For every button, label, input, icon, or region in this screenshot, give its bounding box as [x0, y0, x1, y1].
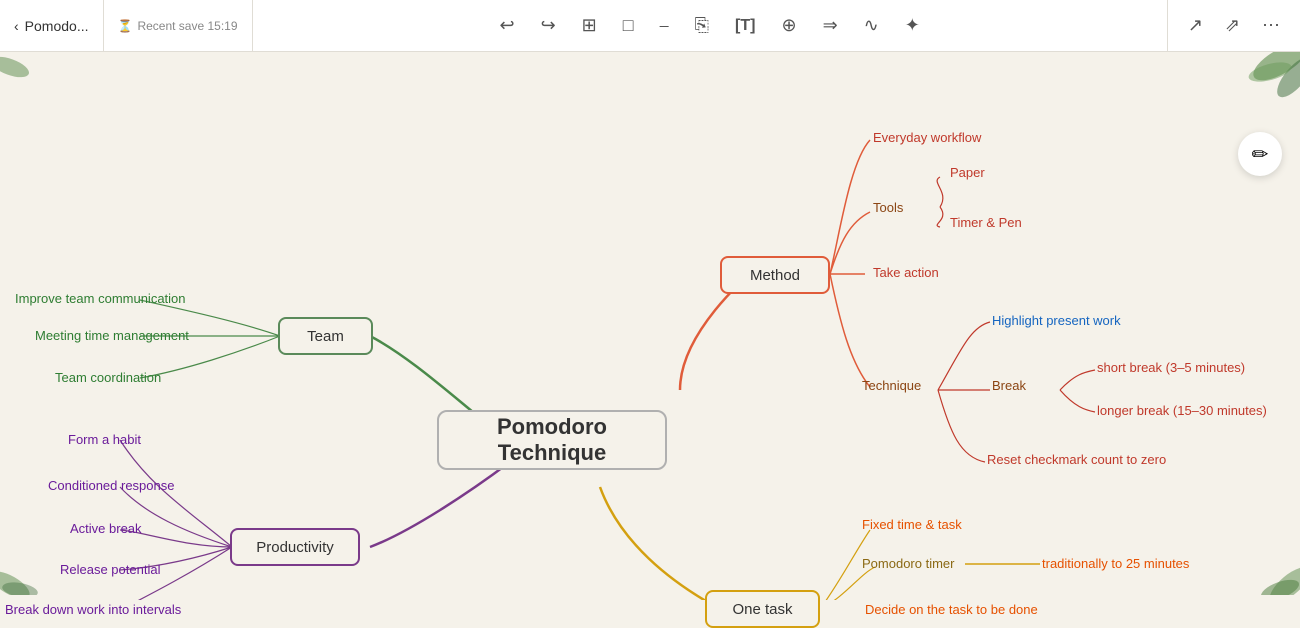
curve-button[interactable]: ∿ — [860, 11, 883, 40]
mindmap-canvas: ✏ Pomodoro Technique Method — [0, 52, 1300, 600]
back-button[interactable]: ‹ Pomodo... — [0, 0, 104, 51]
break-label: Break — [992, 378, 1026, 393]
method-node[interactable]: Method — [720, 256, 830, 294]
technique-label: Technique — [862, 378, 921, 393]
more-button[interactable]: ⋯ — [1256, 11, 1286, 40]
active-break-label: Active break — [70, 521, 142, 536]
toolbar-center: ↩ ↪ ⊞ □ ⎯ ⎘ [T] ⊕ ⇒ ∿ ✦ — [253, 11, 1167, 40]
eraser-button[interactable]: ✏ — [1238, 132, 1282, 176]
timer-label: Pomodoro timer — [862, 556, 954, 571]
eraser-icon: ✏ — [1252, 142, 1269, 167]
clock-icon: ⏳ — [118, 19, 133, 33]
habit-label: Form a habit — [68, 432, 141, 447]
reset-label: Reset checkmark count to zero — [987, 452, 1166, 467]
connect-button[interactable]: ⇒ — [819, 11, 842, 40]
add-button[interactable]: ⊕ — [777, 11, 800, 40]
text-button[interactable]: [T] — [731, 13, 759, 39]
branch-button[interactable]: ⎯ — [656, 11, 673, 40]
tools-label: Tools — [873, 200, 903, 215]
short-break-label: short break (3–5 minutes) — [1097, 360, 1245, 375]
release-label: Release potential — [60, 562, 160, 577]
meeting-label: Meeting time management — [35, 328, 189, 343]
leaf-decoration-tr — [1180, 52, 1300, 127]
coordination-label: Team coordination — [55, 370, 161, 385]
expand-button[interactable]: ⇗ — [1219, 11, 1246, 40]
paste-button[interactable]: □ — [619, 11, 638, 40]
back-icon: ‹ — [14, 18, 19, 34]
fixed-label: Fixed time & task — [862, 517, 962, 532]
productivity-node[interactable]: Productivity — [230, 528, 360, 566]
star-button[interactable]: ✦ — [901, 11, 924, 40]
copy-button[interactable]: ⊞ — [578, 11, 601, 40]
timer-pen-label: Timer & Pen — [950, 215, 1022, 230]
redo-button[interactable]: ↪ — [537, 11, 560, 40]
doc-title: Pomodo... — [25, 18, 89, 34]
improve-label: Improve team communication — [15, 291, 186, 306]
team-node[interactable]: Team — [278, 317, 373, 355]
everyday-label: Everyday workflow — [873, 130, 981, 145]
traditionally-label: traditionally to 25 minutes — [1042, 556, 1189, 571]
leaf-decoration-tl — [0, 52, 60, 117]
toolbar-right: ↗ ⇗ ⋯ — [1167, 0, 1300, 51]
breakdown-label: Break down work into intervals — [5, 602, 181, 617]
paper-label: Paper — [950, 165, 985, 180]
leaf-decoration-bl — [0, 515, 80, 600]
undo-button[interactable]: ↩ — [495, 11, 518, 40]
conditioned-label: Conditioned response — [48, 478, 174, 493]
longer-break-label: longer break (15–30 minutes) — [1097, 403, 1267, 418]
save-status: ⏳ Recent save 15:19 — [104, 0, 253, 51]
onetask-node[interactable]: One task — [705, 590, 820, 628]
take-action-label: Take action — [873, 265, 939, 280]
share-button[interactable]: ↗ — [1182, 11, 1209, 40]
style-button[interactable]: ⎘ — [691, 11, 713, 40]
main-node[interactable]: Pomodoro Technique — [437, 410, 667, 470]
highlight-label: Highlight present work — [992, 313, 1121, 328]
decide-label: Decide on the task to be done — [865, 602, 1038, 617]
leaf-decoration-br — [1220, 515, 1300, 600]
